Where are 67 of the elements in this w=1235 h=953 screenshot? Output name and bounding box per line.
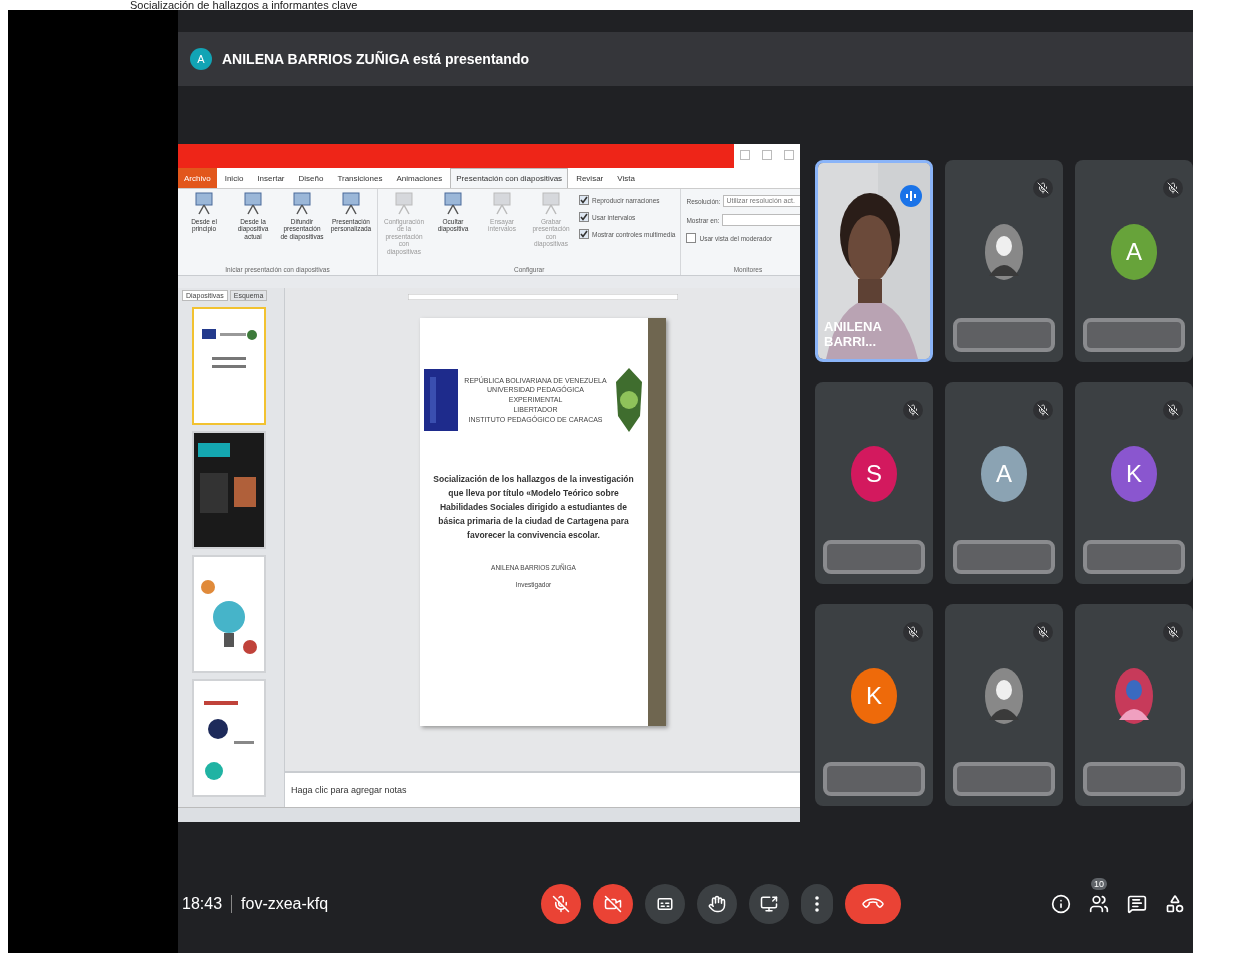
checkbox[interactable] <box>579 195 589 205</box>
presenter-avatar: A <box>190 48 212 70</box>
participant-tile[interactable]: S <box>815 382 933 584</box>
chat-icon <box>1127 894 1147 914</box>
slideshow-icon <box>193 191 215 215</box>
slideshow-icon <box>540 191 562 215</box>
participant-tile[interactable] <box>945 604 1063 806</box>
activities-button[interactable] <box>1165 894 1185 914</box>
microphone-button[interactable] <box>541 884 582 924</box>
info-button[interactable] <box>1051 894 1071 914</box>
participant-avatar: A <box>981 446 1027 502</box>
ribbon-tab[interactable]: Diseño <box>292 168 330 188</box>
present-screen-icon <box>760 895 779 913</box>
university-logo <box>423 369 458 431</box>
slideshow-icon <box>291 191 313 215</box>
people-icon <box>1089 894 1109 914</box>
ribbon-tab[interactable]: Inicio <box>218 168 250 188</box>
captions-icon <box>656 895 675 913</box>
presenter-text: ANILENA BARRIOS ZUÑIGA está presentando <box>222 51 529 67</box>
ribbon-tab[interactable]: Revisar <box>570 168 610 188</box>
select-field[interactable] <box>722 214 800 226</box>
checkbox[interactable] <box>579 229 589 239</box>
slide-thumbnail[interactable] <box>192 431 266 549</box>
slideshow-icon <box>491 191 513 215</box>
count-badge: 10 <box>1091 878 1107 890</box>
slide-thumbnail[interactable] <box>192 555 266 673</box>
ribbon-tab[interactable]: Archivo <box>178 168 217 188</box>
leave-call-button[interactable] <box>845 884 902 924</box>
notes-field[interactable]: Haga clic para agregar notas <box>285 771 800 807</box>
meeting-code: fov-zxea-kfq <box>241 895 330 913</box>
more-options-button[interactable] <box>801 884 834 924</box>
participant-name: ANILENA BARRI... <box>824 319 883 349</box>
more-options-icon <box>815 896 820 912</box>
slideshow-icon <box>393 191 415 215</box>
microphone-off-icon <box>552 895 571 913</box>
ribbon-tab[interactable]: Insertar <box>251 168 291 188</box>
slideshow-icon <box>340 191 362 215</box>
ribbon-tab[interactable]: Animaciones <box>390 168 449 188</box>
ribbon-tab[interactable]: Vista <box>611 168 641 188</box>
present-button[interactable] <box>749 884 790 924</box>
participant-avatar: K <box>1111 446 1157 502</box>
camera-button[interactable] <box>593 884 634 924</box>
camera-off-icon <box>604 895 623 913</box>
participant-tile[interactable]: K <box>1075 382 1193 584</box>
checkbox[interactable] <box>686 233 697 243</box>
slideshow-icon <box>442 191 464 215</box>
ribbon-tab[interactable]: Presentación con diapositivas <box>450 168 569 188</box>
participant-avatar: A <box>1111 224 1157 280</box>
slideshow-icon <box>242 191 264 215</box>
participant-tile[interactable] <box>945 160 1063 362</box>
activities-icon <box>1165 894 1185 914</box>
participant-avatar: K <box>851 668 897 724</box>
checkbox[interactable] <box>579 212 589 222</box>
info-icon <box>1051 894 1071 914</box>
page-title: Socialización de hallazgos a informantes clave <box>129 0 359 10</box>
ribbon-tab[interactable]: Transiciones <box>331 168 389 188</box>
slide-thumbnail[interactable] <box>192 307 266 425</box>
participant-avatar: S <box>851 446 897 502</box>
meeting-time: 18:43 <box>182 895 223 913</box>
participant-tile[interactable] <box>1075 604 1193 806</box>
shield-logo <box>613 368 644 432</box>
slide-thumbnail[interactable] <box>192 679 266 797</box>
raise-hand-button[interactable] <box>697 884 738 924</box>
slide-title: Socialización de los hallazgos de la investigación que lleva por título «Modelo Teórico sobre Habilidades Sociales dirigido a estudiantes de básica primaria de la ciudad de Cartagena para favorecer la convivencia escolar. <box>432 473 635 543</box>
captions-button[interactable] <box>645 884 686 924</box>
hand-icon <box>708 895 727 913</box>
chat-button[interactable] <box>1127 894 1147 914</box>
